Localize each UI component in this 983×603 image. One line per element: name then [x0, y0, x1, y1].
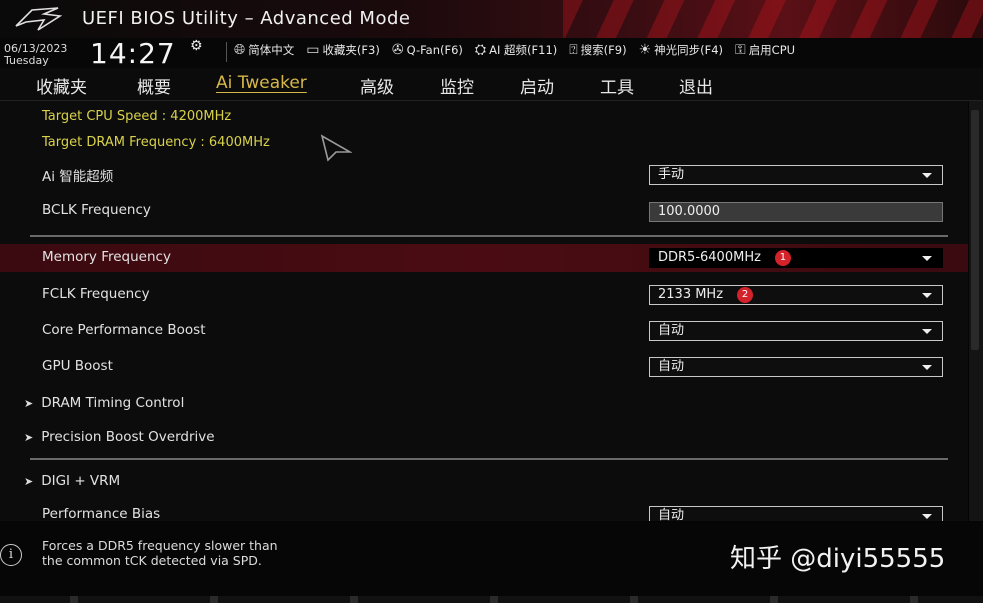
ai-oc-value: 手动 [658, 167, 685, 182]
tab-ai-tweaker[interactable]: Ai Tweaker [216, 73, 307, 93]
arrow-right-icon: ➤ [24, 397, 34, 410]
date-display: 06/13/2023 Tuesday [4, 43, 67, 67]
cpu-boot-icon: ⚿ [735, 42, 746, 58]
target-cpu-speed: Target CPU Speed : 4200MHz [42, 109, 232, 124]
qfan-button[interactable]: ✇ Q-Fan(F6) [392, 42, 463, 58]
memory-frequency-label: Memory Frequency [42, 249, 171, 265]
clock-settings-gear-icon[interactable]: ⚙ [190, 38, 203, 54]
favorites-label: 收藏夹(F3) [322, 43, 380, 57]
annotation-badge-1: 1 [774, 250, 791, 266]
core-performance-boost-value: 自动 [658, 323, 685, 338]
performance-bias-label: Performance Bias [42, 506, 161, 520]
chevron-down-icon [922, 256, 932, 261]
watermark: 知乎 @diyi55555 [730, 544, 946, 574]
ai-oc-dropdown[interactable]: 手动 [649, 165, 943, 185]
memory-frequency-dropdown[interactable]: DDR5-6400MHz 1 [649, 248, 943, 268]
favorites-button[interactable]: ▭ 收藏夹(F3) [306, 42, 380, 58]
submenu-digi-vrm-label: DIGI + VRM [41, 473, 121, 489]
mouse-cursor-icon [320, 134, 352, 162]
tab-boot[interactable]: 启动 [520, 73, 554, 98]
chevron-down-icon [922, 514, 932, 519]
submenu-precision-boost-overdrive[interactable]: ➤ Precision Boost Overdrive [24, 429, 215, 445]
tab-main[interactable]: 概要 [137, 73, 171, 98]
core-performance-boost-label: Core Performance Boost [42, 322, 206, 338]
chevron-down-icon [922, 173, 932, 178]
tab-exit[interactable]: 退出 [679, 73, 713, 98]
ai-oc-label: Ai 智能超频 [42, 169, 114, 185]
qfan-label: Q-Fan(F6) [406, 43, 463, 57]
search-label: 搜索(F9) [580, 43, 627, 57]
bios-window: UEFI BIOS Utility – Advanced Mode 06/13/… [0, 0, 983, 603]
section-divider [30, 235, 948, 237]
fan-icon: ✇ [391, 42, 404, 58]
submenu-dram-timing-label: DRAM Timing Control [41, 395, 185, 411]
cpu-boot-label: 启用CPU [748, 43, 796, 57]
search-button[interactable]: ⍰ 搜索(F9) [569, 42, 626, 58]
ai-overclock-icon: ⛭ [474, 42, 487, 58]
weekday-text: Tuesday [4, 54, 49, 67]
performance-bias-value: 自动 [658, 508, 685, 521]
chevron-down-icon [922, 329, 932, 334]
scrollbar-thumb[interactable] [971, 110, 979, 350]
target-dram-frequency: Target DRAM Frequency : 6400MHz [42, 135, 270, 150]
info-icon: i [0, 544, 22, 566]
arrow-right-icon: ➤ [24, 431, 34, 444]
search-help-icon: ⍰ [569, 42, 578, 58]
tab-favorites[interactable]: 收藏夹 [36, 73, 87, 98]
performance-bias-dropdown[interactable]: 自动 [649, 506, 943, 521]
divider [226, 42, 227, 62]
tab-monitor[interactable]: 监控 [440, 73, 474, 98]
help-text-line2: the common tCK detected via SPD. [42, 553, 262, 568]
gpu-boost-label: GPU Boost [42, 358, 113, 374]
toolbar: 🌐︎ 简体中文 ▭ 收藏夹(F3) ✇ Q-Fan(F6) ⛭ AI 超频(F1… [234, 40, 795, 60]
annotation-badge-2: 2 [737, 287, 754, 303]
submenu-pbo-label: Precision Boost Overdrive [41, 429, 215, 445]
help-text: Forces a DDR5 frequency slower than the … [42, 538, 278, 568]
app-title: UEFI BIOS Utility – Advanced Mode [82, 8, 411, 29]
aura-sync-button[interactable]: ☀︎ 神光同步(F4) [639, 42, 723, 58]
tab-tool[interactable]: 工具 [600, 73, 634, 98]
clock-display: 14:27 [90, 37, 176, 70]
memory-frequency-value: DDR5-6400MHz [658, 250, 761, 265]
help-text-line1: Forces a DDR5 frequency slower than [42, 538, 278, 553]
cpu-boot-button[interactable]: ⚿ 启用CPU [735, 42, 795, 58]
gpu-boost-value: 自动 [658, 359, 685, 374]
ai-overclock-label: AI 超频(F11) [489, 43, 558, 57]
section-divider [30, 458, 948, 460]
globe-icon: 🌐︎ [234, 42, 246, 58]
rog-logo-icon [15, 7, 63, 31]
fclk-dropdown[interactable]: 2133 MHz 2 [649, 285, 943, 305]
core-performance-boost-dropdown[interactable]: 自动 [649, 321, 943, 341]
bclk-label: BCLK Frequency [42, 202, 151, 218]
ai-overclock-button[interactable]: ⛭ AI 超频(F11) [475, 42, 557, 58]
aura-light-icon: ☀︎ [638, 42, 652, 58]
bottom-decoration [0, 596, 983, 603]
tab-advanced[interactable]: 高级 [360, 73, 394, 98]
fclk-label: FCLK Frequency [42, 286, 150, 302]
language-button[interactable]: 🌐︎ 简体中文 [234, 42, 294, 58]
submenu-dram-timing-control[interactable]: ➤ DRAM Timing Control [24, 395, 184, 411]
chevron-down-icon [922, 365, 932, 370]
favorites-icon: ▭ [306, 42, 320, 58]
gpu-boost-dropdown[interactable]: 自动 [649, 357, 943, 377]
chevron-down-icon [922, 293, 932, 298]
aura-sync-label: 神光同步(F4) [654, 43, 724, 57]
submenu-digi-vrm[interactable]: ➤ DIGI + VRM [24, 473, 120, 489]
bclk-input[interactable]: 100.0000 [649, 202, 943, 222]
arrow-right-icon: ➤ [24, 475, 34, 488]
fclk-value: 2133 MHz [658, 287, 724, 302]
language-label: 简体中文 [248, 43, 295, 57]
